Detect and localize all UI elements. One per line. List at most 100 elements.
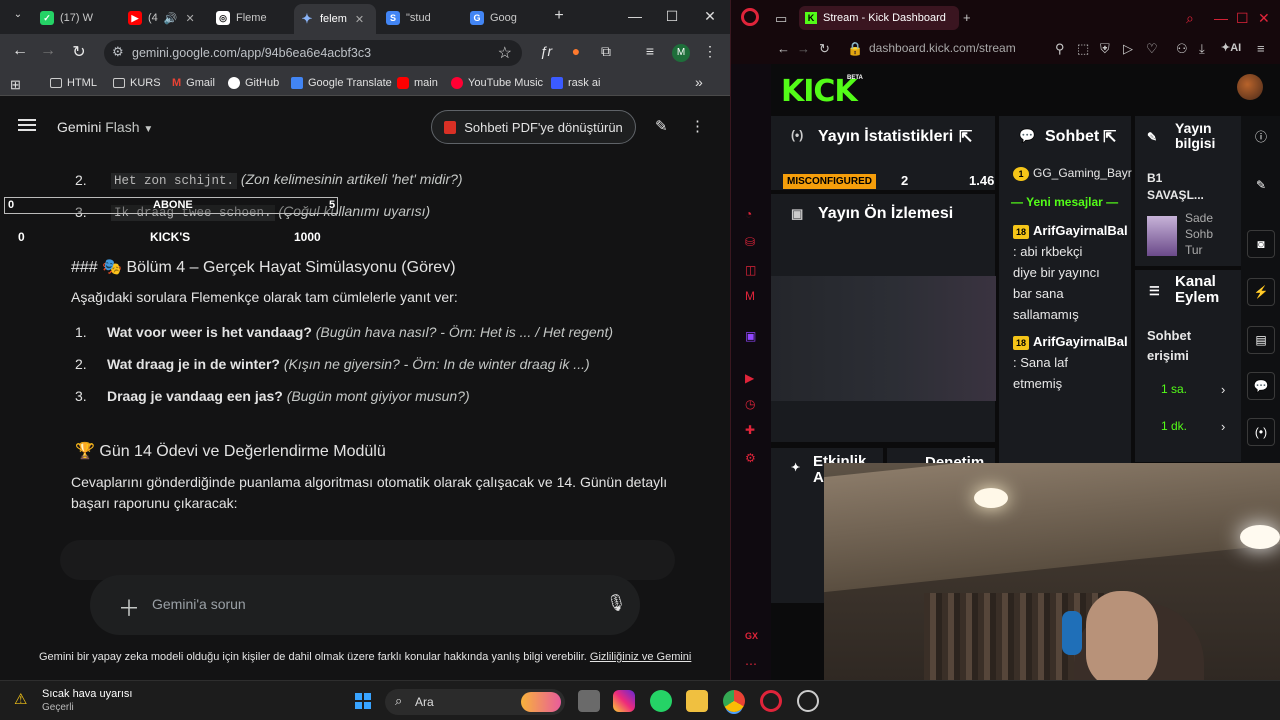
download-icon[interactable]: ⤓: [1199, 41, 1205, 57]
apps-grid-icon[interactable]: ⊞: [10, 77, 21, 93]
sidebar-app-icon[interactable]: ◫: [745, 263, 759, 277]
expand-icon[interactable]: ⇱: [959, 127, 972, 147]
tab-google[interactable]: G Goog: [464, 6, 546, 30]
taskbar-search[interactable]: ⌕ Ara: [385, 689, 565, 715]
bookmark-github[interactable]: GitHub: [228, 77, 279, 89]
forward-icon[interactable]: →: [37, 42, 59, 60]
maximize-icon[interactable]: ☐: [662, 8, 682, 25]
twitch-icon[interactable]: ▣: [745, 329, 759, 343]
url-text[interactable]: dashboard.kick.com/stream: [869, 41, 1016, 55]
function-extension-icon[interactable]: ƒr: [536, 43, 556, 59]
warning-icon[interactable]: ⚠: [14, 690, 27, 708]
bookmarks-overflow-icon[interactable]: »: [695, 74, 703, 90]
back-icon[interactable]: ←: [9, 42, 31, 60]
player-icon[interactable]: ▶: [745, 371, 759, 385]
avatar[interactable]: [1237, 74, 1263, 100]
profile-avatar[interactable]: M: [672, 44, 690, 62]
whatsapp-icon[interactable]: [650, 690, 672, 712]
tab-flemenkce[interactable]: ◎ Fleme: [210, 6, 292, 30]
wallet-icon[interactable]: ⚇: [1176, 41, 1188, 57]
chat-bubble-icon[interactable]: 💬: [1247, 372, 1275, 400]
bookmark-google-translate[interactable]: Google Translate: [291, 77, 392, 89]
edit-icon[interactable]: ✎: [1247, 172, 1275, 200]
microphone-icon[interactable]: 🎙: [606, 593, 626, 613]
aria-ai-button[interactable]: ✦AI: [1221, 41, 1241, 54]
close-window-icon[interactable]: ✕: [700, 8, 720, 25]
tab-gemini-active[interactable]: ✦ felem ✕: [294, 4, 376, 34]
menu-icon[interactable]: ≡: [1257, 41, 1265, 56]
minimize-icon[interactable]: —: [625, 8, 645, 24]
new-tab-button[interactable]: +: [549, 7, 569, 25]
reload-icon[interactable]: ↻: [68, 42, 90, 62]
minimize-icon[interactable]: —: [1214, 10, 1228, 26]
snapshot-icon[interactable]: ⬚: [1077, 41, 1089, 57]
more-options-icon[interactable]: ⋮: [690, 117, 705, 135]
chrome-menu-icon[interactable]: ⋮: [700, 43, 720, 60]
chevron-right-icon[interactable]: ›: [1221, 379, 1225, 400]
tab-search-icon[interactable]: ⌄: [8, 9, 28, 20]
stream-preview-video[interactable]: [771, 276, 996, 401]
site-info-icon[interactable]: ⚙: [112, 44, 124, 60]
tab-whatsapp[interactable]: ✓ (17) W: [34, 6, 114, 30]
tab-study[interactable]: S "stud: [380, 6, 460, 30]
reload-icon[interactable]: ↻: [819, 41, 830, 57]
gx-icon[interactable]: GX: [745, 631, 759, 645]
tab-kick-dashboard[interactable]: K Stream - Kick Dashboard: [799, 6, 959, 30]
instagram-icon[interactable]: [613, 690, 635, 712]
model-selector[interactable]: Gemini Flash ▼: [57, 119, 153, 135]
heart-icon[interactable]: ♡: [1146, 41, 1158, 57]
bookmark-youtube-music[interactable]: YouTube Music: [451, 77, 543, 89]
search-icon[interactable]: ⌕: [1186, 10, 1194, 27]
settings-icon[interactable]: ⚙: [745, 451, 759, 465]
prompt-input[interactable]: ＋ Gemini'a sorun 🎙: [90, 575, 640, 635]
weather-title[interactable]: Sıcak hava uyarısı: [42, 688, 133, 700]
bookmark-gmail[interactable]: M Gmail: [172, 77, 215, 89]
extensions-icon[interactable]: ✚: [745, 423, 759, 437]
aria-icon[interactable]: ◔: [745, 207, 759, 221]
bookmark-star-icon[interactable]: ☆: [498, 43, 512, 63]
tab-islands-icon[interactable]: ▭: [775, 11, 787, 27]
puzzle-extensions-icon[interactable]: ⧉: [596, 43, 616, 60]
expand-icon[interactable]: ⇱: [1103, 127, 1116, 147]
back-icon[interactable]: ←: [777, 41, 790, 56]
privacy-link[interactable]: Gizliliğiniz ve Gemini: [590, 651, 691, 663]
new-tab-button[interactable]: +: [963, 10, 971, 25]
forward-icon[interactable]: →: [797, 41, 810, 56]
follower-mode-setting[interactable]: 1 dk.: [1161, 416, 1187, 437]
address-bar[interactable]: ⚙ gemini.google.com/app/94b6ea6e4acbf3c3…: [104, 40, 522, 66]
audio-icon[interactable]: 🔊: [164, 12, 178, 25]
chrome-icon[interactable]: [723, 690, 745, 712]
tab-youtube[interactable]: ▶ (4 🔊 ✕: [122, 6, 206, 30]
close-tab-icon[interactable]: ✕: [185, 12, 194, 25]
file-explorer-icon[interactable]: [686, 690, 708, 712]
reading-list-icon[interactable]: ≡: [640, 43, 660, 59]
pin-icon[interactable]: ⚲: [1055, 41, 1065, 57]
info-icon[interactable]: ⓘ: [1247, 124, 1275, 152]
chat-username[interactable]: ArifGayirnalBal: [1033, 334, 1128, 349]
shield-icon[interactable]: ⛨: [1100, 41, 1110, 57]
bookmark-rask-ai[interactable]: rask ai: [551, 77, 600, 89]
bookmark-kurs[interactable]: KURS: [113, 77, 161, 89]
more-icon[interactable]: ⋯: [745, 657, 759, 671]
messenger-icon[interactable]: M: [745, 289, 759, 303]
chat-username[interactable]: ArifGayirnalBal: [1033, 223, 1128, 238]
close-window-icon[interactable]: ✕: [1258, 10, 1270, 27]
chevron-right-icon[interactable]: ›: [1221, 416, 1225, 437]
extension-icon[interactable]: ●: [566, 43, 586, 59]
opera-logo-icon[interactable]: [741, 8, 759, 26]
bookmark-main[interactable]: main: [397, 77, 438, 89]
opera-gx-icon[interactable]: [760, 690, 782, 712]
obs-icon[interactable]: [797, 690, 819, 712]
lightning-icon[interactable]: ⚡: [1247, 278, 1275, 306]
send-icon[interactable]: ▷: [1123, 41, 1133, 57]
export-pdf-button[interactable]: Sohbeti PDF'ye dönüştürün: [431, 110, 636, 144]
bookmark-html[interactable]: HTML: [50, 77, 97, 89]
history-icon[interactable]: ◷: [745, 397, 759, 411]
task-view-icon[interactable]: [578, 690, 600, 712]
windows-start-icon[interactable]: [352, 690, 374, 712]
kick-logo[interactable]: KICK: [781, 74, 858, 109]
slow-mode-setting[interactable]: 1 sa.: [1161, 379, 1187, 400]
hamburger-menu-icon[interactable]: [18, 119, 36, 131]
notes-icon[interactable]: ▤: [1247, 326, 1275, 354]
maximize-icon[interactable]: ☐: [1236, 10, 1249, 27]
